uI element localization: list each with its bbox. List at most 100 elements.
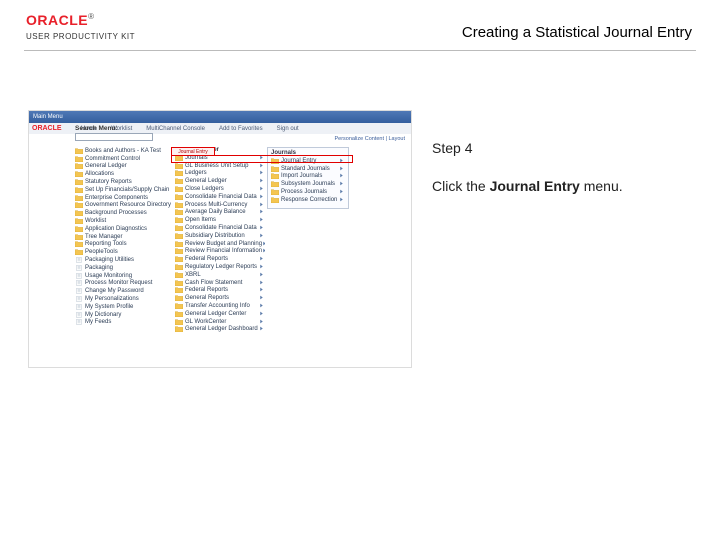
nav-item[interactable]: Reporting Tools [75,241,171,249]
nav-item[interactable]: Packaging Utilities [75,256,171,264]
submenu-item[interactable]: General Ledger Center [175,310,265,318]
nav-item-label: Books and Authors - KA Test [85,148,161,154]
submenu-item[interactable]: Review Budget and Planning [175,240,265,248]
submenu-arrow-icon [259,311,265,317]
nav-item[interactable]: Books and Authors - KA Test [75,147,171,155]
folder-icon [175,295,183,301]
nav-item-label: Packaging [85,265,113,271]
folder-icon [175,272,183,278]
submenu-item[interactable]: Consolidate Financial Data [175,224,265,232]
submenu-item[interactable]: Ledgers [175,170,265,178]
nav-item-label: Set Up Financials/Supply Chain [85,187,169,193]
folder-icon [271,197,279,203]
nav-item[interactable]: Commitment Control [75,155,171,163]
submenu-arrow-icon [339,158,345,164]
submenu-item[interactable]: Process Multi-Currency [175,201,265,209]
folder-icon [175,178,183,184]
submenu-item[interactable]: General Ledger [175,177,265,185]
submenu-item[interactable]: Regulatory Ledger Reports [175,263,265,271]
nav-item-label: General Ledger [85,163,127,169]
nav-item[interactable]: Set Up Financials/Supply Chain [75,186,171,194]
nav-item[interactable]: General Ledger [75,163,171,171]
submenu-item[interactable]: Close Ledgers [175,185,265,193]
nav-item[interactable]: Statutory Reports [75,178,171,186]
nav-item-label: Background Processes [85,210,147,216]
app-screenshot: Main Menu Home Worklist MultiChannel Con… [28,110,412,368]
instruction-bold: Journal Entry [490,178,580,194]
flyout-item-label: Standard Journals [281,166,330,172]
nav-item-label: Application Diagnostics [85,226,147,232]
nav-item[interactable]: Tree Manager [75,233,171,241]
nav-item[interactable]: Government Resource Directory [75,202,171,210]
nav-item-label: Reporting Tools [85,241,127,247]
nav-item-label: Government Resource Directory [85,202,171,208]
nav-item[interactable]: PeopleTools [75,248,171,256]
submenu-arrow-icon [259,163,265,169]
tab-signout[interactable]: Sign out [277,126,299,132]
submenu-item[interactable]: Subsidiary Distribution [175,232,265,240]
nav-item-label: Commitment Control [85,156,140,162]
submenu-arrow-icon [259,170,265,176]
main-menu-dropdown[interactable]: Main Menu [33,114,63,120]
nav-item[interactable]: Packaging [75,264,171,272]
nav-item[interactable]: My System Profile [75,303,171,311]
folder-icon [75,202,83,208]
submenu-item[interactable]: GL WorkCenter [175,318,265,326]
flyout-item[interactable]: Process Journals [271,188,345,196]
submenu-item[interactable]: Review Financial Information [175,248,265,256]
submenu-arrow-icon [259,264,265,270]
folder-icon [175,248,183,254]
nav-item[interactable]: Enterprise Components [75,194,171,202]
submenu-item[interactable]: Average Daily Balance [175,209,265,217]
submenu-arrow-icon [259,319,265,325]
submenu-item[interactable]: Open Items [175,216,265,224]
submenu-item[interactable]: Transfer Accounting Info [175,302,265,310]
submenu-item-label: General Ledger [185,178,227,184]
nav-item-label: My Personalizations [85,296,139,302]
folder-icon [175,241,183,247]
folder-icon [175,163,183,169]
submenu-item[interactable]: XBRL [175,271,265,279]
nav-item[interactable]: My Feeds [75,319,171,327]
nav-item[interactable]: Background Processes [75,209,171,217]
nav-item[interactable]: Worklist [75,217,171,225]
flyout-item-label: Response Correction [281,197,337,203]
submenu-item[interactable]: Federal Reports [175,255,265,263]
submenu-item-label: Consolidate Financial Data [185,225,257,231]
submenu-item[interactable]: Federal Reports [175,287,265,295]
submenu-item-label: Federal Reports [185,256,228,262]
nav-item[interactable]: My Dictionary [75,311,171,319]
submenu-item-label: General Ledger Dashboard [185,326,258,332]
flyout-item[interactable]: Journal Entry [271,157,345,165]
flyout-item[interactable]: Import Journals [271,173,345,181]
submenu-item[interactable]: GL Business Unit Setup [175,162,265,170]
flyout-item[interactable]: Subsystem Journals [271,180,345,188]
submenu-arrow-icon [259,272,265,278]
submenu-item-label: GL Business Unit Setup [185,163,248,169]
submenu-item-label: Process Multi-Currency [185,202,247,208]
tab-favorites[interactable]: Add to Favorites [219,126,263,132]
nav-item[interactable]: Usage Monitoring [75,272,171,280]
submenu-arrow-icon [259,256,265,262]
search-input[interactable] [75,133,153,141]
nav-item[interactable]: Application Diagnostics [75,225,171,233]
submenu-item[interactable]: General Ledger Dashboard [175,326,265,334]
submenu-item[interactable]: General Reports [175,294,265,302]
folder-icon [175,319,183,325]
nav-item[interactable]: My Personalizations [75,295,171,303]
submenu-item[interactable]: Cash Flow Statement [175,279,265,287]
nav-item[interactable]: Change My Password [75,287,171,295]
folder-icon [271,189,279,195]
personalize-link[interactable]: Personalize Content | Layout [334,136,405,142]
folder-icon [75,210,83,216]
submenu-item-label: Federal Reports [185,287,228,293]
folder-icon [175,186,183,192]
submenu-arrow-icon [259,233,265,239]
document-icon [75,319,83,325]
nav-item[interactable]: Allocations [75,170,171,178]
flyout-item-label: Import Journals [281,173,322,179]
flyout-item[interactable]: Response Correction [271,196,345,204]
nav-item[interactable]: Process Monitor Request [75,280,171,288]
submenu-item[interactable]: Consolidate Financial Data [175,193,265,201]
flyout-item[interactable]: Standard Journals [271,165,345,173]
